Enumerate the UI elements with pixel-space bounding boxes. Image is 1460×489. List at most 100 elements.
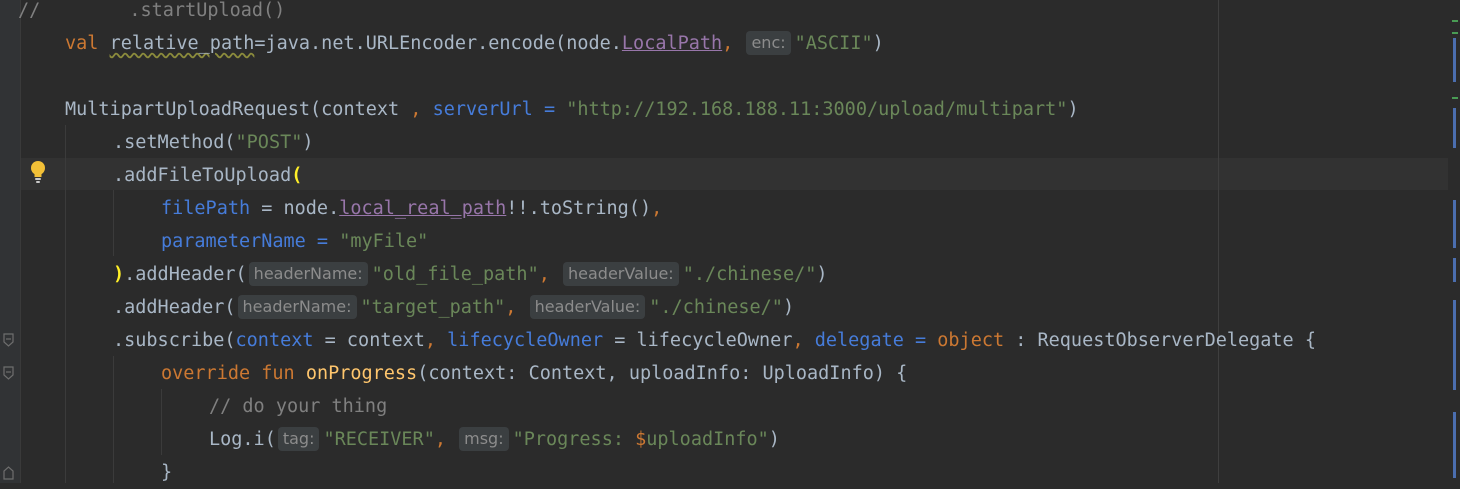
- string-upload-info: uploadInfo": [646, 429, 769, 450]
- matched-paren-open: (: [291, 165, 303, 186]
- code-line-7[interactable]: filePath = node.local_real_path!!.toStri…: [161, 192, 662, 225]
- string-receiver: "RECEIVER": [323, 429, 435, 450]
- named-arg-lifecycle-owner: lifecycleOwner: [447, 330, 604, 351]
- property-local-real-path[interactable]: local_real_path: [339, 198, 506, 219]
- code-line-13[interactable]: // do your thing: [209, 390, 387, 423]
- named-arg-file-path: filePath: [161, 198, 251, 219]
- code-line-15[interactable]: }: [161, 456, 172, 489]
- indent-guide: [113, 190, 114, 256]
- code-line-6[interactable]: .addFileToUpload(: [113, 159, 302, 192]
- right-margin-guide: [1218, 0, 1219, 483]
- code-line-12[interactable]: override fun onProgress(context: Context…: [161, 357, 907, 390]
- code-line-14[interactable]: Log.i(tag: "RECEIVER", msg: "Progress: $up…: [209, 423, 780, 456]
- close-paren: ): [816, 264, 828, 285]
- param-hint-enc: enc:: [746, 31, 791, 55]
- change-marker: [1453, 412, 1456, 478]
- indent-guide: [161, 389, 162, 455]
- keyword-val: val: [65, 33, 99, 54]
- log-call: Log.i(: [209, 429, 276, 450]
- named-arg-delegate: delegate: [814, 330, 904, 351]
- param-hint-header-value: headerValue:: [529, 295, 646, 319]
- lightbulb-icon[interactable]: [30, 160, 46, 184]
- method-call: .addHeader(: [124, 264, 247, 285]
- keyword-override: override: [161, 363, 251, 384]
- string-url: "http://192.168.188.11:3000/upload/multi…: [566, 99, 1068, 120]
- code-line-10[interactable]: .addHeader(headerName: "target_path", hea…: [113, 291, 794, 324]
- fold-marker-icon[interactable]: [3, 366, 14, 380]
- close-paren: ): [872, 33, 884, 54]
- param-hint-msg: msg:: [459, 427, 509, 451]
- change-marker: [1453, 200, 1456, 248]
- method-call: .addHeader(: [113, 297, 236, 318]
- code-line-8[interactable]: parameterName = "myFile": [161, 225, 428, 258]
- close-paren: ): [302, 132, 314, 153]
- equals-node: = node.: [250, 198, 340, 219]
- code-line-11[interactable]: .subscribe(context = context, lifecycleO…: [113, 324, 1316, 357]
- string-chinese: "./chinese/": [649, 297, 783, 318]
- class-call: MultipartUploadRequest(context: [65, 99, 411, 120]
- editor-scrollbar[interactable]: [1448, 0, 1460, 483]
- method-call: .setMethod(: [113, 132, 236, 153]
- string-progress: "Progress:: [512, 429, 636, 450]
- string-ascii: "ASCII": [794, 33, 873, 54]
- equals-lifecycle-owner: = lifecycleOwner: [603, 330, 793, 351]
- fold-marker-icon[interactable]: [3, 466, 14, 480]
- close-paren: ): [1067, 99, 1079, 120]
- function-on-progress: onProgress: [305, 363, 418, 384]
- code-line-1[interactable]: // .startUpload(): [18, 0, 285, 27]
- type-delegate: : RequestObserverDelegate {: [1004, 330, 1316, 351]
- encoder-call: =java.net.URLEncoder.encode(node.: [254, 33, 622, 54]
- param-hint-header-value: headerValue:: [563, 262, 679, 286]
- code-line-5[interactable]: .setMethod("POST"): [113, 126, 314, 159]
- code-line-9[interactable]: ).addHeader(headerName: "old_file_path", …: [113, 258, 828, 291]
- string-chinese: "./chinese/": [682, 264, 817, 285]
- code-line-4[interactable]: MultipartUploadRequest(context , serverU…: [65, 93, 1079, 126]
- template-dollar: $: [635, 429, 647, 450]
- vcs-marker: [1452, 32, 1458, 34]
- close-brace: }: [161, 462, 173, 483]
- named-arg-parameter-name: parameterName: [161, 231, 306, 252]
- editor-gutter[interactable]: [0, 0, 20, 483]
- comment-marker: //: [18, 0, 41, 21]
- function-params: (context: Context, uploadInfo: UploadInf…: [417, 363, 908, 384]
- indent-guide: [65, 125, 66, 483]
- commented-call: .startUpload(): [40, 0, 286, 21]
- string-old-file-path: "old_file_path": [371, 264, 539, 285]
- comma: ,: [410, 99, 433, 120]
- equals-context: = context: [313, 330, 425, 351]
- param-hint-header-name: headerName:: [237, 295, 357, 319]
- gutter-separator: [20, 0, 21, 483]
- change-marker: [1453, 38, 1456, 82]
- indent-guide: [113, 356, 114, 483]
- method-call: .subscribe(: [113, 330, 236, 351]
- comma: ,: [651, 198, 663, 219]
- equals: =: [305, 231, 340, 252]
- change-marker: [1453, 300, 1456, 390]
- comma: ,: [424, 330, 448, 351]
- code-line-2[interactable]: val relative_path=java.net.URLEncoder.en…: [65, 27, 884, 60]
- vcs-marker: [1452, 97, 1458, 99]
- change-marker: [1453, 108, 1456, 148]
- vcs-marker: [1452, 20, 1458, 22]
- named-arg-context: context: [235, 330, 314, 351]
- comma: ,: [505, 297, 528, 318]
- comma: ,: [722, 33, 745, 54]
- equals: =: [532, 99, 567, 120]
- to-string-call: !!.toString(): [506, 198, 652, 219]
- variable-relative-path[interactable]: relative_path: [110, 33, 255, 54]
- comma: ,: [538, 264, 561, 285]
- string-myfile: "myFile": [339, 231, 429, 252]
- keyword-object: object: [937, 330, 1005, 351]
- method-call: .addFileToUpload: [113, 165, 292, 186]
- string-target-path: "target_path": [360, 297, 506, 318]
- comma: ,: [792, 330, 815, 351]
- comma: ,: [434, 429, 458, 450]
- equals: =: [903, 330, 938, 351]
- close-paren: ): [768, 429, 780, 450]
- comment-do-your-thing: // do your thing: [209, 396, 388, 417]
- param-hint-header-name: headerName:: [248, 262, 368, 286]
- close-paren: ): [782, 297, 795, 318]
- property-local-path[interactable]: LocalPath: [622, 33, 722, 54]
- fold-marker-icon[interactable]: [3, 333, 14, 347]
- named-arg-server-url: serverUrl: [432, 99, 533, 120]
